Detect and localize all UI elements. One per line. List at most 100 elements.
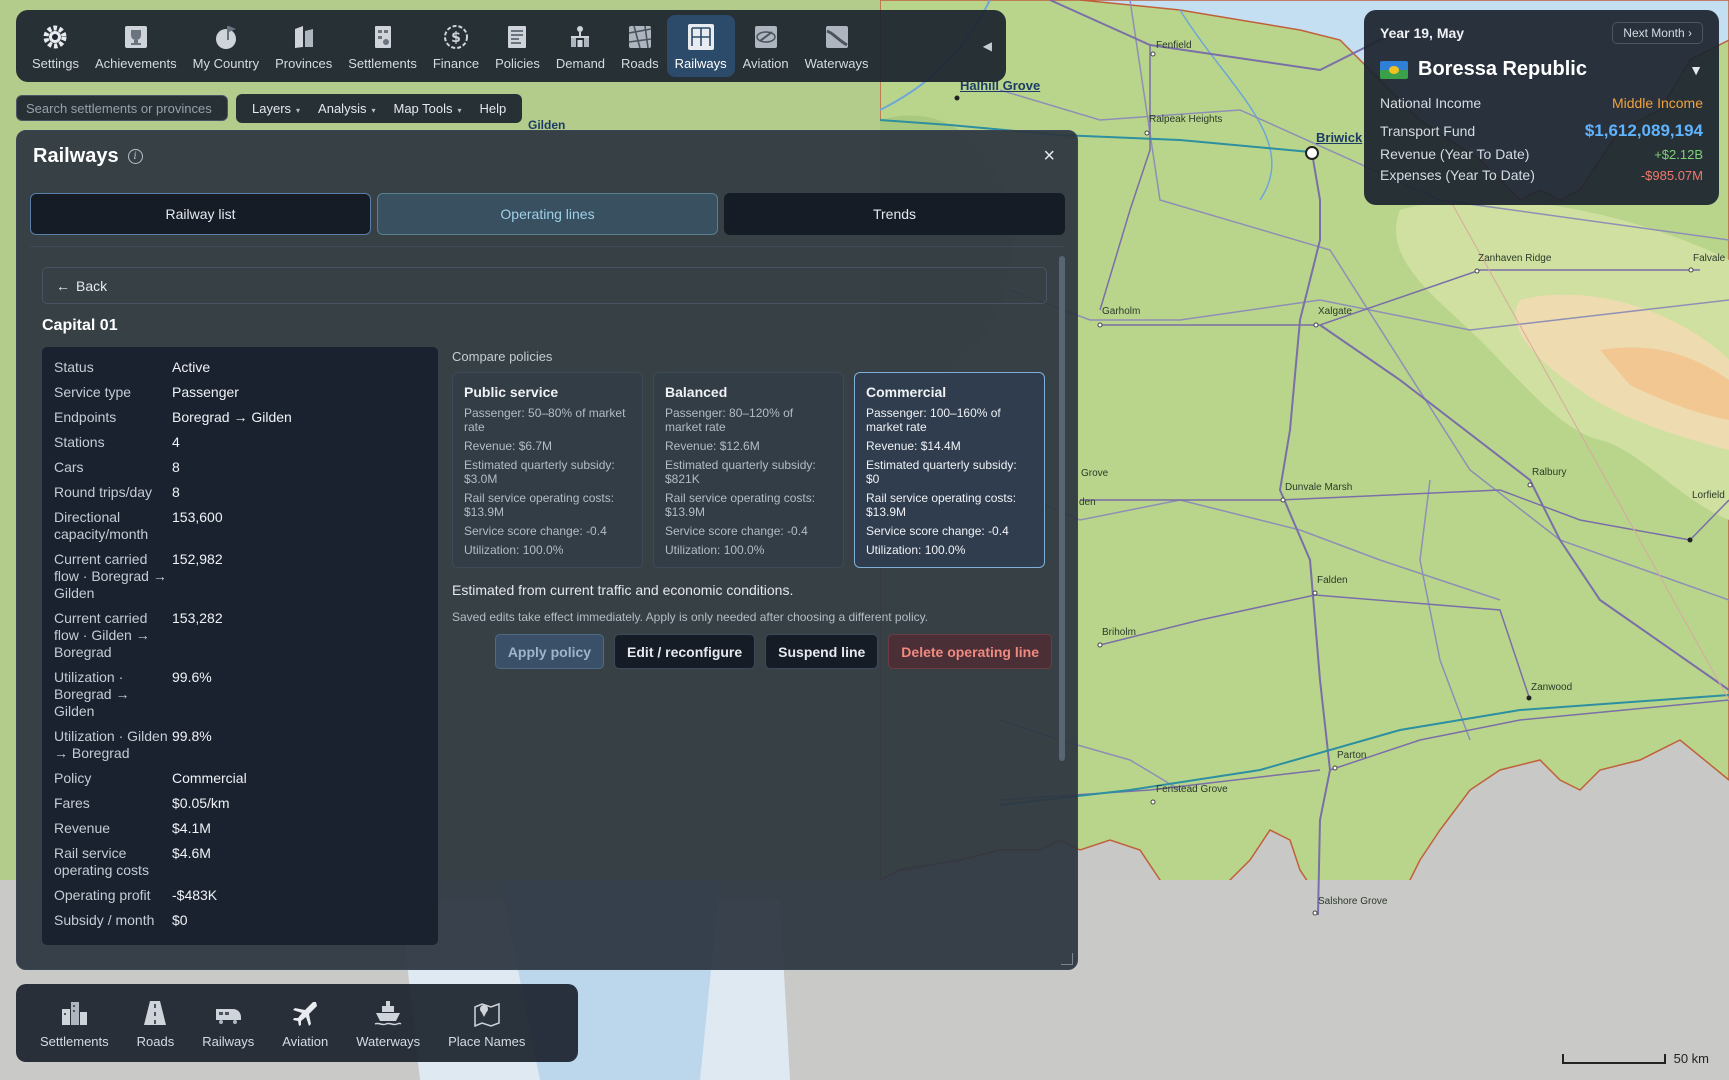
edit-reconfigure-button[interactable]: Edit / reconfigure [614,634,756,669]
layer-railways[interactable]: Railways [190,998,266,1049]
panel-tabs: Railway list Operating lines Trends [30,193,1065,235]
detail-row: Current carried flow · Boregrad → Gilden… [54,551,426,602]
menu-analysis-label: Analysis [318,101,367,116]
map-label-town[interactable]: Grove [1081,468,1108,479]
map-label-town[interactable]: Briholm [1102,627,1136,638]
layer-aviation[interactable]: Aviation [270,998,340,1049]
policy-line: Estimated quarterly subsidy: $821K [665,458,816,486]
map-label-town[interactable]: Zanhaven Ridge [1478,253,1551,264]
toolbar-label: Railways [674,55,727,71]
toolbar-label: Waterways [804,55,869,71]
detail-row: Round trips/day 8 [54,484,426,501]
detail-row: Endpoints Boregrad → Gilden [54,409,426,426]
info-icon[interactable]: i [127,149,143,164]
delete-operating-line-button[interactable]: Delete operating line [888,634,1052,669]
map-label-town[interactable]: Garholm [1102,306,1140,317]
next-month-button[interactable]: Next Month › [1612,22,1703,44]
aviation-icon [751,22,781,52]
apply-policy-button[interactable]: Apply policy [494,634,605,669]
map-label-town[interactable]: Falvale [1693,253,1725,264]
tab-railway-list[interactable]: Railway list [30,193,371,235]
toolbar-aviation[interactable]: Aviation [735,15,797,77]
toolbar-policies[interactable]: Policies [487,15,548,77]
layer-place-names[interactable]: Place Names [436,998,537,1049]
chevron-down-icon: ▾ [371,106,376,115]
back-button[interactable]: ← Back [42,267,1047,304]
map-scale: 50 km [1561,1051,1709,1066]
toolbar-settings[interactable]: Settings [24,15,87,77]
detail-value: $0 [172,912,188,928]
demand-icon [565,22,595,52]
detail-row: Stations 4 [54,434,426,451]
map-label-town[interactable]: Zanwood [1531,682,1572,693]
toolbar-demand[interactable]: Demand [548,15,613,77]
layer-settlements[interactable]: Settlements [28,998,121,1049]
map-label-town[interactable]: Dunvale Marsh [1285,482,1352,493]
menu-layers-label: Layers [252,101,292,116]
detail-value: 99.6% [172,669,212,685]
toolbar-achievements[interactable]: Achievements [87,15,185,77]
layer-roads[interactable]: Roads [125,998,187,1049]
policy-line: Rail service operating costs: $13.9M [464,491,615,519]
menu-help[interactable]: Help [472,97,515,120]
transport-fund-row: Transport Fund $1,612,089,194 [1380,121,1703,141]
map-label-town[interactable]: Ralpeak Heights [1149,114,1222,125]
line-name: Capital 01 [42,317,118,334]
detail-value: 152,982 [172,551,223,567]
toolbar-waterways[interactable]: Waterways [797,15,877,77]
policy-card-balanced[interactable]: Balanced Passenger: 80–120% of market ra… [653,372,844,568]
menu-map-tools[interactable]: Map Tools ▾ [385,97,469,120]
policy-line: Utilization: 100.0% [866,543,966,557]
map-label-town[interactable]: Briwick [1316,130,1362,145]
suspend-line-button[interactable]: Suspend line [765,634,879,669]
detail-value: 153,600 [172,509,223,525]
gear-icon [40,22,70,52]
toolbar-provinces[interactable]: Provinces [267,15,340,77]
map-label-town[interactable]: Xalgate [1318,306,1352,317]
menu-layers[interactable]: Layers ▾ [244,97,308,120]
tab-trends[interactable]: Trends [724,193,1065,235]
map-label-town[interactable]: Fenfield [1156,40,1192,51]
panel-scrollbar[interactable] [1059,256,1065,761]
map-label-town[interactable]: Salshore Grove [1318,896,1387,907]
detail-value: 153,282 [172,610,223,626]
detail-key: Policy [54,770,92,786]
map-label-town[interactable]: den [1079,497,1096,508]
map-label-town[interactable]: Fenstead Grove [1156,784,1228,795]
railways-panel: Railways i × Railway list Operating line… [16,130,1078,970]
map-label-town[interactable]: Parton [1337,750,1366,761]
layer-waterways[interactable]: Waterways [344,998,432,1049]
resize-handle[interactable] [1061,953,1073,965]
bottom-layer-bar: Settlements Roads Railways Aviation Wate… [16,984,578,1062]
map-label-town[interactable]: Ralbury [1532,467,1566,478]
stat-label: National Income [1380,95,1482,111]
toolbar-my-country[interactable]: My Country [185,15,267,77]
country-dropdown-icon[interactable]: ▼ [1689,62,1703,78]
buildings-icon [58,998,90,1028]
search-input[interactable] [16,95,228,121]
detail-row: Fares $0.05/km [54,795,426,812]
action-buttons: Apply policy Edit / reconfigure Suspend … [452,634,1052,669]
close-icon[interactable]: × [1043,145,1055,168]
policy-line: Service score change: -0.4 [665,524,808,538]
transport-fund-value: $1,612,089,194 [1584,121,1703,140]
map-label-town[interactable]: Falden [1317,575,1348,586]
airplane-icon [289,998,321,1028]
detail-value: Boregrad → Gilden [172,409,292,425]
tab-operating-lines[interactable]: Operating lines [377,193,718,235]
detail-key: Status [54,359,94,375]
toolbar-collapse-icon[interactable]: ◀ [983,39,992,53]
detail-row: Current carried flow · Gilden → Boregrad… [54,610,426,661]
policy-card-commercial[interactable]: Commercial Passenger: 100–160% of market… [854,372,1045,568]
menu-analysis[interactable]: Analysis ▾ [310,97,383,120]
policy-card-public-service[interactable]: Public service Passenger: 50–80% of mark… [452,372,643,568]
toolbar-roads[interactable]: Roads [613,15,667,77]
settlements-icon [368,22,398,52]
toolbar-settlements[interactable]: Settlements [340,15,425,77]
map-label-town[interactable]: Lorfield [1692,490,1725,501]
toolbar-railways[interactable]: Railways [666,15,735,77]
toolbar-finance[interactable]: $ Finance [425,15,487,77]
waterways-icon [822,22,852,52]
detail-value: 99.8% [172,728,212,744]
country-name: Boressa Republic [1418,58,1587,80]
